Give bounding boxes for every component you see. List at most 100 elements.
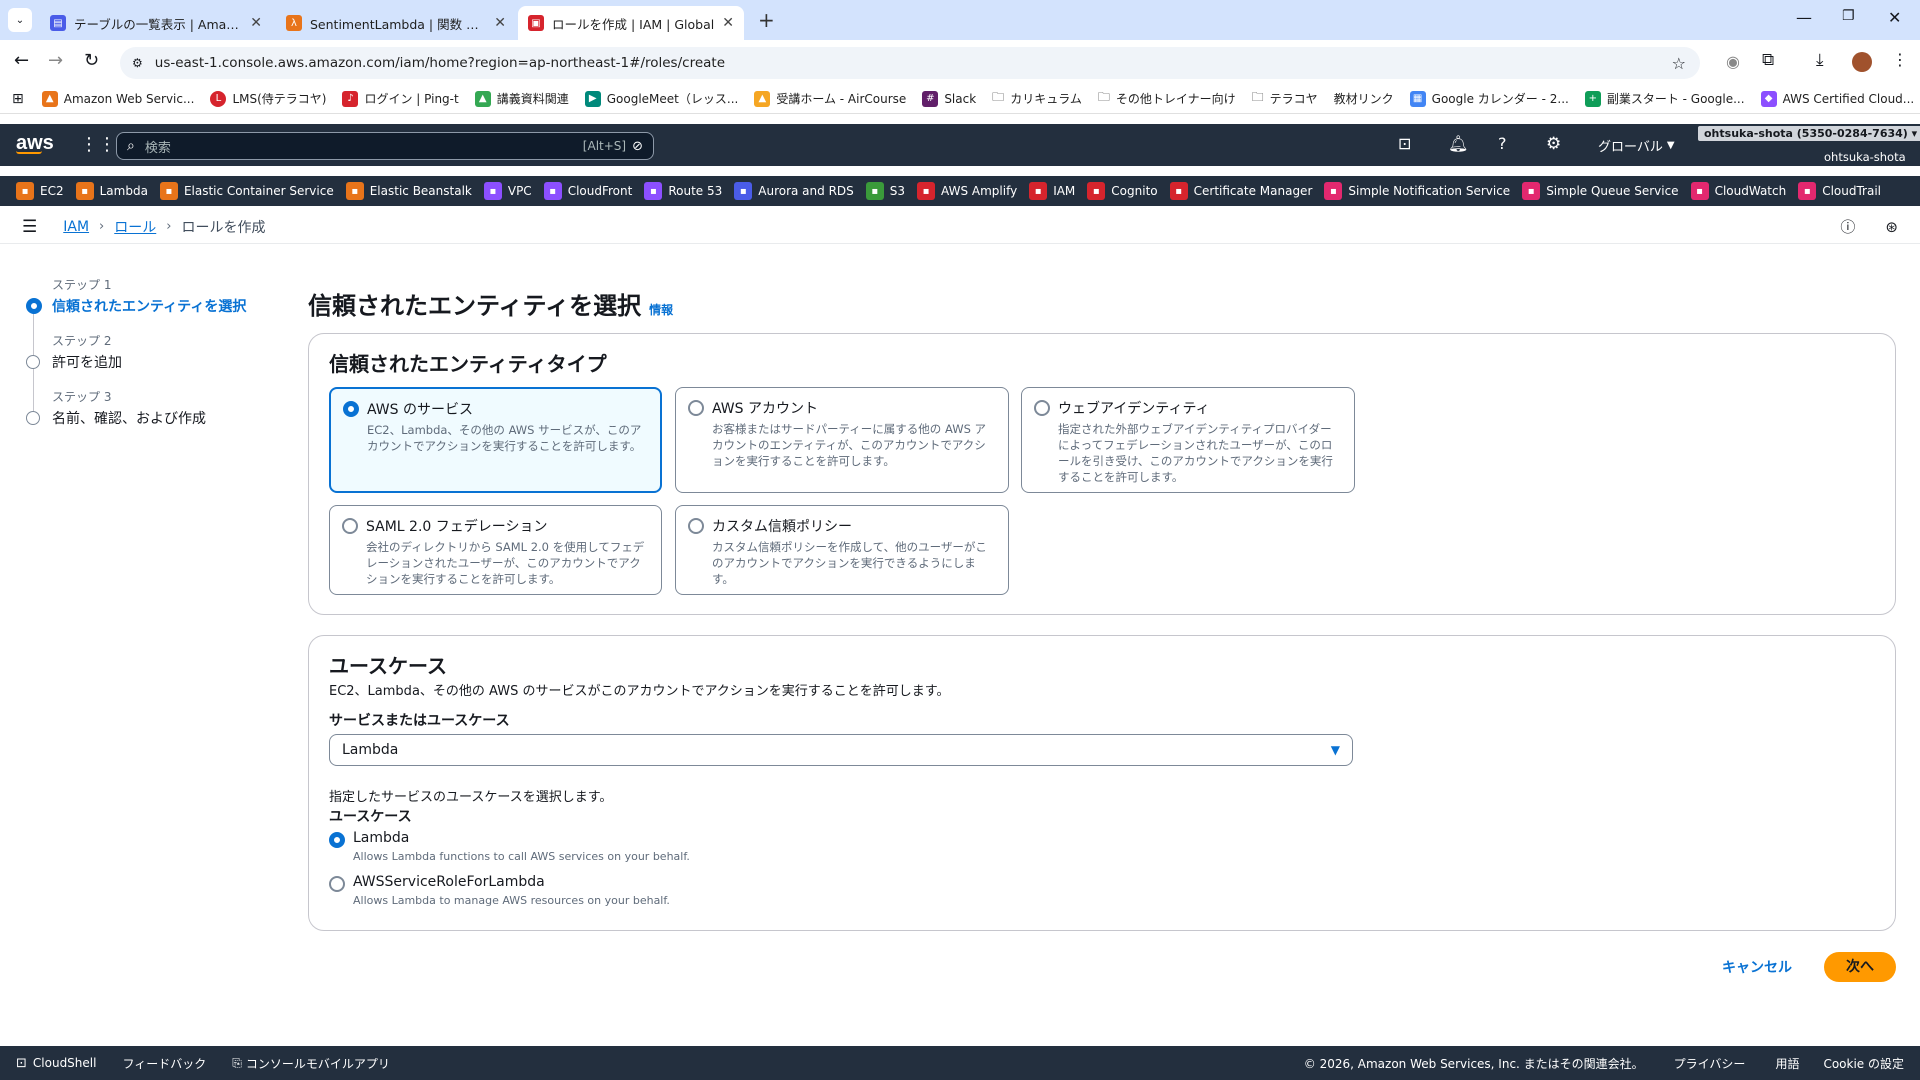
services-menu-icon[interactable]: ⋮⋮ — [80, 134, 116, 155]
close-tab-icon[interactable]: ✕ — [722, 15, 734, 31]
bookmark[interactable]: ◆ AWS Certified Cloud... — [1760, 90, 1914, 107]
browser-menu-icon[interactable]: ⋮ — [1892, 50, 1908, 69]
back-icon[interactable]: ← — [14, 50, 29, 71]
cloudshell-icon[interactable]: ⊡ — [1398, 134, 1411, 153]
bookmark[interactable]: ▲ Amazon Web Servic... — [41, 90, 194, 107]
browser-tab-lambda[interactable]: λ SentimentLambda | 関数 | Lamb ✕ — [276, 6, 516, 40]
usecase-service-role-title[interactable]: AWSServiceRoleForLambda — [353, 874, 545, 890]
bookmark[interactable]: L LMS(侍テラコヤ) — [210, 90, 326, 107]
browser-tab-iam[interactable]: ▣ ロールを作成 | IAM | Global ✕ — [518, 6, 744, 40]
close-tab-icon[interactable]: ✕ — [494, 15, 506, 31]
service-shortcut[interactable]: ▪ CloudFront — [543, 182, 632, 200]
mobile-app-link[interactable]: コンソールモバイルアプリ — [246, 1055, 390, 1072]
bookmark[interactable]: ♪ ログイン | Ping-t — [342, 90, 459, 107]
camera-icon[interactable]: ◉ — [1726, 52, 1740, 71]
service-shortcut[interactable]: ▪ Elastic Beanstalk — [345, 182, 472, 200]
tile-custom-trust-policy[interactable]: カスタム信頼ポリシー カスタム信頼ポリシーを作成して、他のユーザーがこのアカウン… — [675, 505, 1009, 595]
account-badge[interactable]: ohtsuka-shota (5350-0284-7634) ▾ — [1698, 126, 1920, 141]
service-shortcut[interactable]: ▪ CloudTrail — [1798, 182, 1881, 200]
step-1-label[interactable]: 信頼されたエンティティを選択 — [52, 296, 246, 316]
service-shortcut[interactable]: ▪ AWS Amplify — [917, 182, 1017, 200]
forward-icon[interactable]: → — [48, 50, 63, 71]
restore-icon[interactable]: ❐ — [1842, 8, 1855, 24]
url-text[interactable]: us-east-1.console.aws.amazon.com/iam/hom… — [155, 55, 725, 71]
service-shortcut[interactable]: ▪ S3 — [865, 182, 905, 200]
radio-aws-account[interactable] — [688, 400, 704, 416]
service-shortcut[interactable]: ▪ EC2 — [16, 182, 64, 200]
bookmark-folder[interactable]: 🗀 その他トレイナー向け — [1098, 88, 1236, 109]
window-close-icon[interactable]: ✕ — [1888, 8, 1901, 27]
service-select[interactable]: Lambda ▼ — [329, 734, 1353, 766]
radio-saml[interactable] — [342, 518, 358, 534]
breadcrumb-roles[interactable]: ロール — [114, 217, 156, 237]
service-icon: ▪ — [1169, 182, 1188, 200]
service-shortcut[interactable]: ▪ Simple Queue Service — [1522, 182, 1679, 200]
page-title: 信頼されたエンティティを選択 — [308, 292, 642, 320]
cancel-button[interactable]: キャンセル — [1722, 957, 1792, 977]
settings-gear-icon[interactable]: ⚙ — [1546, 134, 1561, 154]
tab-search-icon[interactable]: ⌄ — [8, 8, 32, 32]
aws-logo[interactable]: aws — [16, 132, 54, 154]
service-shortcut[interactable]: ▪ Cognito — [1087, 182, 1158, 200]
tile-saml[interactable]: SAML 2.0 フェデレーション 会社のディレクトリから SAML 2.0 を… — [329, 505, 662, 595]
service-shortcut[interactable]: ▪ Aurora and RDS — [734, 182, 854, 200]
minimize-icon[interactable]: — — [1796, 8, 1812, 27]
hamburger-menu-icon[interactable]: ☰ — [22, 217, 37, 237]
region-selector[interactable]: グローバル ▼ — [1598, 136, 1675, 155]
browser-tab-dynamodb[interactable]: ▤ テーブルの一覧表示 | Amazon Dy ✕ — [40, 6, 272, 40]
radio-usecase-lambda[interactable] — [329, 832, 345, 848]
bookmark[interactable]: ▦ Google カレンダー - 2... — [1409, 90, 1569, 107]
bookmark-folder[interactable]: 🗀 カリキュラム — [992, 88, 1082, 109]
service-shortcut[interactable]: ▪ CloudWatch — [1690, 182, 1786, 200]
next-button[interactable]: 次へ — [1824, 952, 1896, 982]
download-icon[interactable]: ⤓ — [1816, 50, 1824, 70]
close-tab-icon[interactable]: ✕ — [250, 15, 262, 31]
url-bar[interactable]: ⚙ us-east-1.console.aws.amazon.com/iam/h… — [120, 47, 1700, 79]
breadcrumb: ☰ IAM › ロール › ロールを作成 ⓘ ⊛ — [0, 210, 1920, 244]
profile-avatar[interactable] — [1852, 52, 1872, 72]
terms-link[interactable]: 用語 — [1775, 1055, 1799, 1072]
cloudshell-link[interactable]: CloudShell — [33, 1056, 97, 1070]
service-shortcut[interactable]: ▪ Lambda — [75, 182, 148, 200]
search-box[interactable]: ⌕ 検索 [Alt+S] ⊘ — [116, 132, 654, 160]
extensions-icon[interactable]: ⧉ — [1762, 50, 1774, 70]
service-shortcut[interactable]: ▪ Route 53 — [644, 182, 722, 200]
notifications-icon[interactable]: 🔔︎ — [1448, 134, 1468, 153]
tile-aws-account[interactable]: AWS アカウント お客様またはサードパーティーに属する他の AWS アカウント… — [675, 387, 1009, 493]
service-shortcut[interactable]: ▪ Certificate Manager — [1169, 182, 1312, 200]
feedback-icon[interactable]: ⊛ — [1885, 218, 1898, 236]
tile-web-identity[interactable]: ウェブアイデンティティ 指定された外部ウェブアイデンティティプロバイダーによって… — [1021, 387, 1355, 493]
bookmark[interactable]: + 副業スタート - Google... — [1584, 90, 1745, 107]
radio-web-identity[interactable] — [1034, 400, 1050, 416]
bookmark-star-icon[interactable]: ☆ — [1672, 54, 1686, 73]
service-shortcut[interactable]: ▪ VPC — [483, 182, 532, 200]
feedback-link[interactable]: フィードバック — [122, 1055, 206, 1072]
cookie-settings-link[interactable]: Cookie の設定 — [1823, 1055, 1904, 1072]
usecase-lambda-title[interactable]: Lambda — [353, 830, 409, 846]
bookmark[interactable]: ▲ 受講ホーム - AirCourse — [754, 90, 906, 107]
cloudshell-footer-icon[interactable]: ⊡ — [16, 1056, 27, 1071]
privacy-link[interactable]: プライバシー — [1674, 1055, 1746, 1072]
bookmark[interactable]: ▶ GoogleMeet（レッス... — [584, 90, 738, 107]
tile-aws-service[interactable]: AWS のサービス EC2、Lambda、その他の AWS サービスが、このアカ… — [329, 387, 662, 493]
reload-icon[interactable]: ↻ — [84, 50, 99, 71]
bookmark-folder[interactable]: 🗀 テラコヤ — [1252, 88, 1318, 109]
ai-search-icon[interactable]: ⊘ — [632, 139, 643, 154]
service-shortcut[interactable]: ▪ Simple Notification Service — [1324, 182, 1510, 200]
service-shortcut[interactable]: ▪ IAM — [1029, 182, 1075, 200]
bookmark[interactable]: ▲ 講義資料関連 — [474, 90, 569, 107]
breadcrumb-iam[interactable]: IAM — [63, 219, 89, 235]
radio-custom-trust-policy[interactable] — [688, 518, 704, 534]
new-tab-icon[interactable]: + — [758, 8, 775, 32]
site-info-icon[interactable]: ⚙ — [132, 56, 143, 70]
info-circle-icon[interactable]: ⓘ — [1840, 216, 1855, 237]
apps-grid-icon[interactable]: ⊞ — [12, 91, 24, 107]
user-name[interactable]: ohtsuka-shota — [1824, 150, 1906, 164]
service-shortcut[interactable]: ▪ Elastic Container Service — [159, 182, 334, 200]
radio-usecase-service-role[interactable] — [329, 876, 345, 892]
help-icon[interactable]: ? — [1498, 134, 1507, 153]
radio-aws-service[interactable] — [343, 401, 359, 417]
info-link[interactable]: 情報 — [649, 301, 673, 318]
bookmark[interactable]: # Slack — [922, 90, 976, 107]
bookmark[interactable]: 教材リンク — [1334, 90, 1394, 107]
